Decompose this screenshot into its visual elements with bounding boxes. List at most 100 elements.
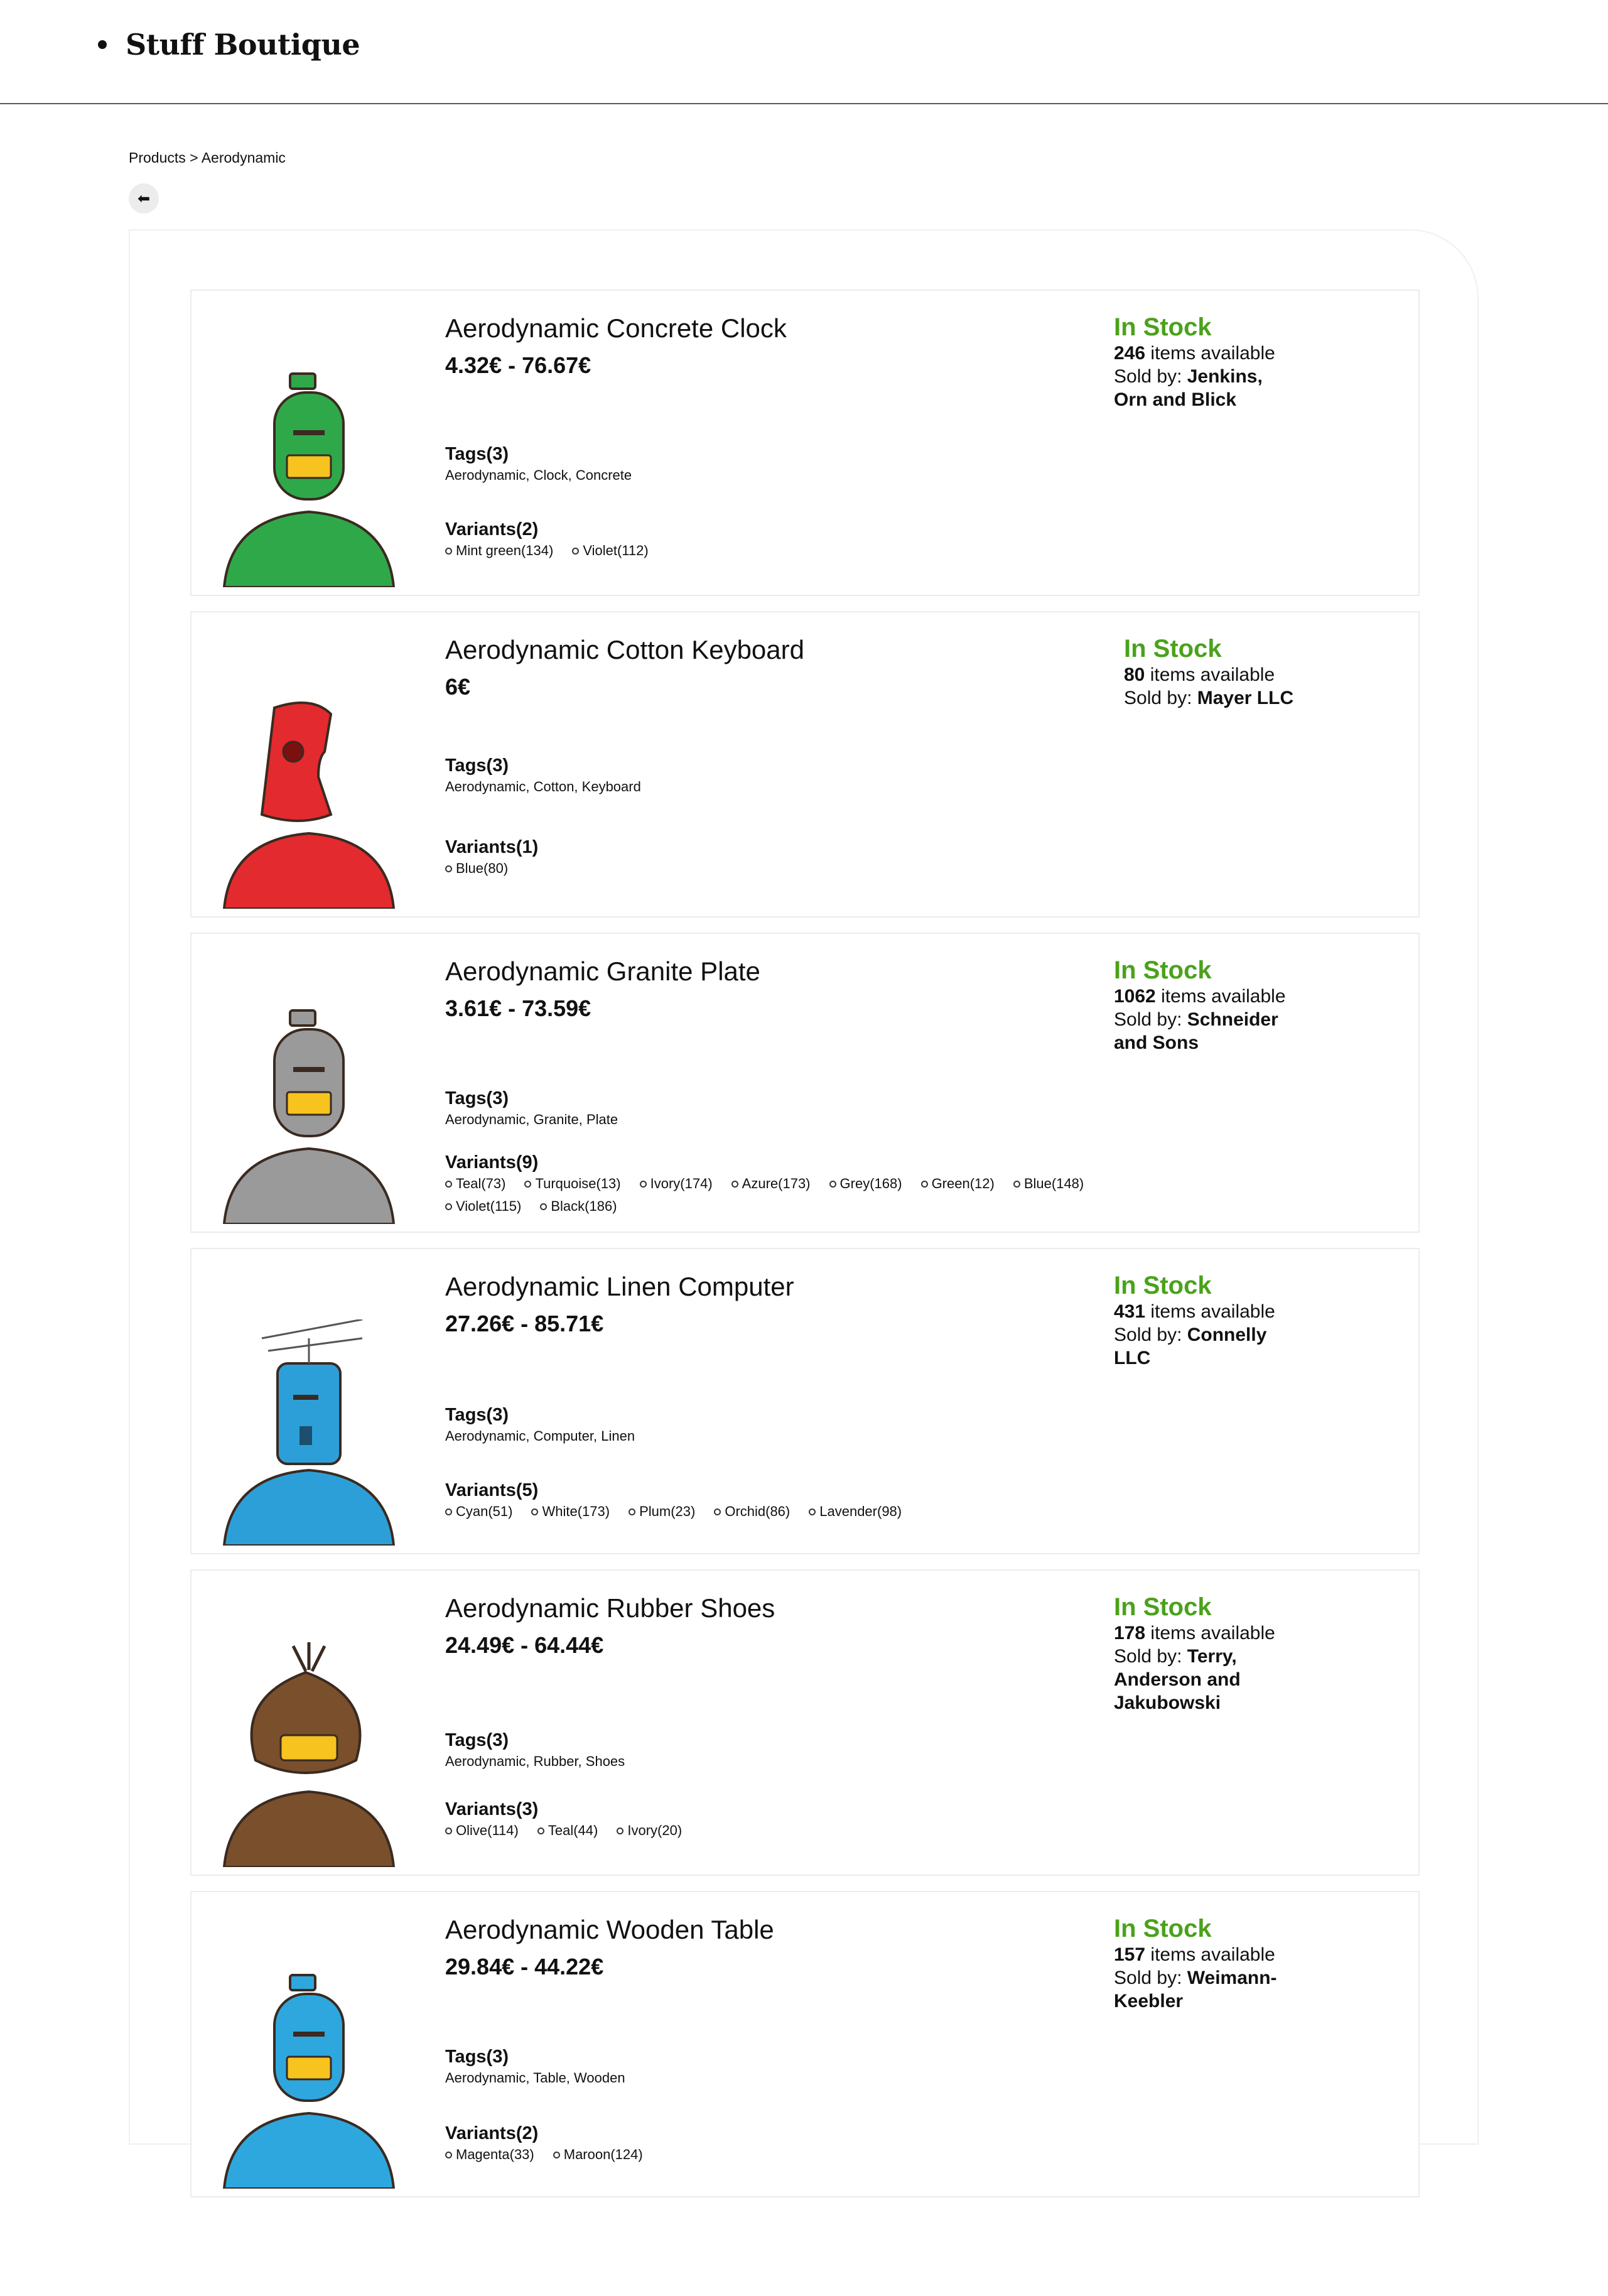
- tags-value: Aerodynamic, Cotton, Keyboard: [445, 779, 641, 794]
- tags-value: Aerodynamic, Rubber, Shoes: [445, 1753, 625, 1769]
- variant-label: Ivory(174): [650, 1176, 713, 1191]
- product-image[interactable]: [199, 361, 429, 587]
- stock-status: In Stock: [1114, 1915, 1212, 1942]
- variant-chip[interactable]: Ivory(174): [639, 1176, 713, 1192]
- product-info: Aerodynamic Wooden Table 29.84€ - 44.22€: [445, 1915, 1142, 1980]
- product-card[interactable]: Aerodynamic Cotton Keyboard 6€ Tags(3) Aero…: [190, 611, 1420, 918]
- radio-dot-icon: [629, 1508, 636, 1515]
- radio-dot-icon: [639, 1180, 647, 1188]
- product-image[interactable]: [199, 1641, 429, 1867]
- variant-label: Olive(114): [456, 1822, 519, 1838]
- variants-section: Variants(9) Teal(73) Turquoise(13) Ivory(17…: [445, 1152, 1161, 1221]
- radio-dot-icon: [714, 1508, 721, 1515]
- tags-heading: Tags(3): [445, 1405, 509, 1425]
- product-card[interactable]: Aerodynamic Rubber Shoes 24.49€ - 64.44€ T…: [190, 1569, 1420, 1876]
- radio-dot-icon: [445, 865, 452, 872]
- variant-label: Orchid(86): [725, 1503, 791, 1519]
- variant-chip[interactable]: Olive(114): [445, 1822, 519, 1839]
- tags-section: Tags(3) Aerodynamic, Rubber, Shoes: [445, 1730, 625, 1770]
- back-button[interactable]: ⬅: [129, 183, 159, 214]
- variants-list: Olive(114) Teal(44) Ivory(20): [445, 1822, 701, 1845]
- stock-info: In Stock 80 items available Sold by: Mayer…: [1124, 635, 1300, 710]
- variant-chip[interactable]: Orchid(86): [714, 1503, 790, 1520]
- variant-chip[interactable]: Black(186): [540, 1198, 617, 1215]
- variant-chip[interactable]: Teal(44): [537, 1822, 598, 1839]
- variants-heading: Variants(2): [445, 2123, 539, 2143]
- product-title[interactable]: Aerodynamic Wooden Table: [445, 1915, 1142, 1945]
- items-available: 431 items available: [1114, 1300, 1290, 1323]
- product-info: Aerodynamic Linen Computer 27.26€ - 85.71…: [445, 1272, 1142, 1337]
- available-suffix: items available: [1155, 986, 1286, 1007]
- variant-chip[interactable]: Mint green(134): [445, 543, 553, 559]
- robot-avatar-icon: [222, 1974, 396, 2189]
- tags-value: Aerodynamic, Granite, Plate: [445, 1112, 618, 1127]
- product-card[interactable]: Aerodynamic Linen Computer 27.26€ - 85.71…: [190, 1248, 1420, 1554]
- variant-chip[interactable]: Maroon(124): [553, 2147, 643, 2163]
- variants-list: Teal(73) Turquoise(13) Ivory(174) Azure(173…: [445, 1176, 1161, 1221]
- product-card[interactable]: Aerodynamic Concrete Clock 4.32€ - 76.67€…: [190, 290, 1420, 596]
- product-image[interactable]: [199, 683, 429, 909]
- radio-dot-icon: [1013, 1180, 1020, 1188]
- variant-chip[interactable]: Lavender(98): [809, 1503, 902, 1520]
- tags-section: Tags(3) Aerodynamic, Computer, Linen: [445, 1405, 635, 1444]
- items-available: 80 items available: [1124, 663, 1300, 686]
- tags-section: Tags(3) Aerodynamic, Clock, Concrete: [445, 444, 632, 484]
- variant-label: Plum(23): [639, 1503, 696, 1519]
- variants-section: Variants(2) Magenta(33) Maroon(124): [445, 2123, 662, 2169]
- robot-avatar-icon: [222, 1009, 396, 1224]
- variant-label: Azure(173): [742, 1176, 811, 1191]
- variant-chip[interactable]: Magenta(33): [445, 2147, 534, 2163]
- brand-item[interactable]: Stuff Boutique: [98, 28, 360, 62]
- variants-list: Mint green(134) Violet(112): [445, 543, 667, 565]
- stock-info: In Stock 431 items available Sold by: Conn…: [1114, 1272, 1290, 1370]
- product-card[interactable]: Aerodynamic Granite Plate 3.61€ - 73.59€ T…: [190, 933, 1420, 1233]
- variant-chip[interactable]: Blue(148): [1013, 1176, 1084, 1192]
- product-image[interactable]: [199, 998, 429, 1224]
- stock-status: In Stock: [1124, 635, 1222, 663]
- variant-chip[interactable]: Azure(173): [731, 1176, 811, 1192]
- product-card[interactable]: Aerodynamic Wooden Table 29.84€ - 44.22€ T…: [190, 1891, 1420, 2197]
- variant-chip[interactable]: Cyan(51): [445, 1503, 512, 1520]
- available-suffix: items available: [1145, 1623, 1275, 1643]
- variant-chip[interactable]: Plum(23): [629, 1503, 695, 1520]
- variant-chip[interactable]: Green(12): [920, 1176, 995, 1192]
- radio-dot-icon: [617, 1827, 624, 1834]
- stock-count: 246: [1114, 343, 1146, 364]
- product-image[interactable]: [199, 1963, 429, 2189]
- product-info: Aerodynamic Rubber Shoes 24.49€ - 64.44€: [445, 1593, 1142, 1659]
- product-title[interactable]: Aerodynamic Granite Plate: [445, 956, 1142, 987]
- stock-count: 80: [1124, 664, 1145, 685]
- variants-heading: Variants(3): [445, 1799, 539, 1819]
- radio-dot-icon: [540, 1203, 548, 1210]
- variant-chip[interactable]: Ivory(20): [617, 1822, 682, 1839]
- tags-value: Aerodynamic, Computer, Linen: [445, 1428, 635, 1444]
- radio-dot-icon: [445, 1508, 452, 1515]
- variant-chip[interactable]: Grey(168): [829, 1176, 902, 1192]
- product-title[interactable]: Aerodynamic Linen Computer: [445, 1272, 1142, 1302]
- product-title[interactable]: Aerodynamic Rubber Shoes: [445, 1593, 1142, 1623]
- brand-name[interactable]: Stuff Boutique: [126, 28, 360, 62]
- robot-avatar-icon: [222, 1642, 396, 1867]
- tags-heading: Tags(3): [445, 1088, 509, 1108]
- variant-chip[interactable]: Violet(115): [445, 1198, 521, 1215]
- tags-heading: Tags(3): [445, 755, 509, 776]
- variants-section: Variants(1) Blue(80): [445, 837, 538, 883]
- variant-label: Teal(44): [548, 1822, 598, 1838]
- tags-heading: Tags(3): [445, 2047, 509, 2067]
- breadcrumb[interactable]: Products > Aerodynamic: [129, 149, 286, 166]
- radio-dot-icon: [920, 1180, 928, 1188]
- product-title[interactable]: Aerodynamic Concrete Clock: [445, 313, 1142, 344]
- variant-chip[interactable]: Teal(73): [445, 1176, 505, 1192]
- stock-count: 157: [1114, 1944, 1146, 1965]
- variant-chip[interactable]: Turquoise(13): [524, 1176, 621, 1192]
- variant-chip[interactable]: Violet(112): [572, 543, 649, 559]
- product-title[interactable]: Aerodynamic Cotton Keyboard: [445, 635, 1142, 665]
- variant-label: Mint green(134): [456, 543, 554, 558]
- radio-dot-icon: [537, 1827, 544, 1834]
- seller-name[interactable]: Mayer LLC: [1197, 688, 1293, 708]
- product-image[interactable]: [199, 1319, 429, 1546]
- variant-chip[interactable]: White(173): [531, 1503, 610, 1520]
- radio-dot-icon: [445, 2151, 452, 2158]
- available-suffix: items available: [1145, 664, 1275, 685]
- variant-chip[interactable]: Blue(80): [445, 860, 508, 877]
